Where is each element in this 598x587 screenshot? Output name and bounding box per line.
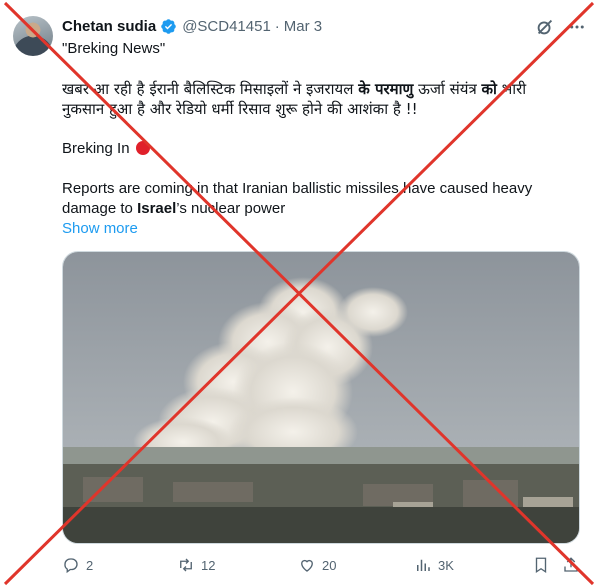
tweet-text-hindi-line-2: नुकसान हुआ है और रेडियो धर्मी रिसाव शुरू… (62, 100, 418, 118)
reply-count: 2 (86, 557, 94, 573)
repost-button[interactable]: 12 (177, 555, 215, 575)
repost-count: 12 (201, 557, 216, 573)
reply-button[interactable]: 2 (62, 555, 93, 575)
media-image[interactable] (62, 251, 580, 544)
views-icon (417, 559, 430, 571)
repost-icon (180, 558, 192, 572)
explosion-photo (63, 252, 579, 543)
tweet-card[interactable]: Chetan sudia @SCD41451 · Mar 3 "Breking … (0, 0, 598, 587)
tweet-text-line: "Breking News" (62, 40, 166, 57)
views-count: 3K (438, 557, 454, 573)
tweet-text-hindi-line-1: खबर आ रही है ईरानी बैलिस्टिक मिसाइलों ने… (62, 80, 527, 98)
bookmark-icon (535, 557, 547, 574)
separator-dot: · (274, 17, 280, 35)
views-button[interactable]: 3K (414, 555, 454, 575)
breaking-line: Breking In (62, 139, 582, 159)
author-name[interactable]: Chetan sudia (62, 18, 156, 35)
tweet-date[interactable]: Mar 3 (284, 18, 322, 35)
share-icon (564, 557, 578, 572)
action-bar: 2 12 20 3K (62, 555, 582, 575)
tweet-text: "Breking News" खबर आ रही है ईरानी बैलिस्… (62, 39, 582, 239)
tweet-text-english-line-2: damage to Israel’s nuclear power (62, 200, 286, 217)
tweet-header: Chetan sudia @SCD41451 · Mar 3 (62, 15, 322, 37)
grok-icon[interactable] (534, 16, 556, 38)
bookmark-button[interactable] (532, 555, 550, 575)
like-button[interactable]: 20 (298, 555, 336, 575)
show-more-link[interactable]: Show more (62, 219, 582, 239)
red-circle-icon (135, 141, 150, 155)
like-icon (301, 559, 313, 572)
more-icon[interactable] (566, 16, 588, 38)
verified-badge-icon (161, 18, 176, 34)
avatar[interactable] (13, 16, 53, 56)
reply-icon (64, 558, 78, 574)
like-count: 20 (322, 557, 337, 573)
share-button[interactable] (562, 555, 580, 575)
author-handle[interactable]: @SCD41451 (182, 18, 271, 35)
tweet-text-english-line-1: Reports are coming in that Iranian balli… (62, 180, 533, 197)
